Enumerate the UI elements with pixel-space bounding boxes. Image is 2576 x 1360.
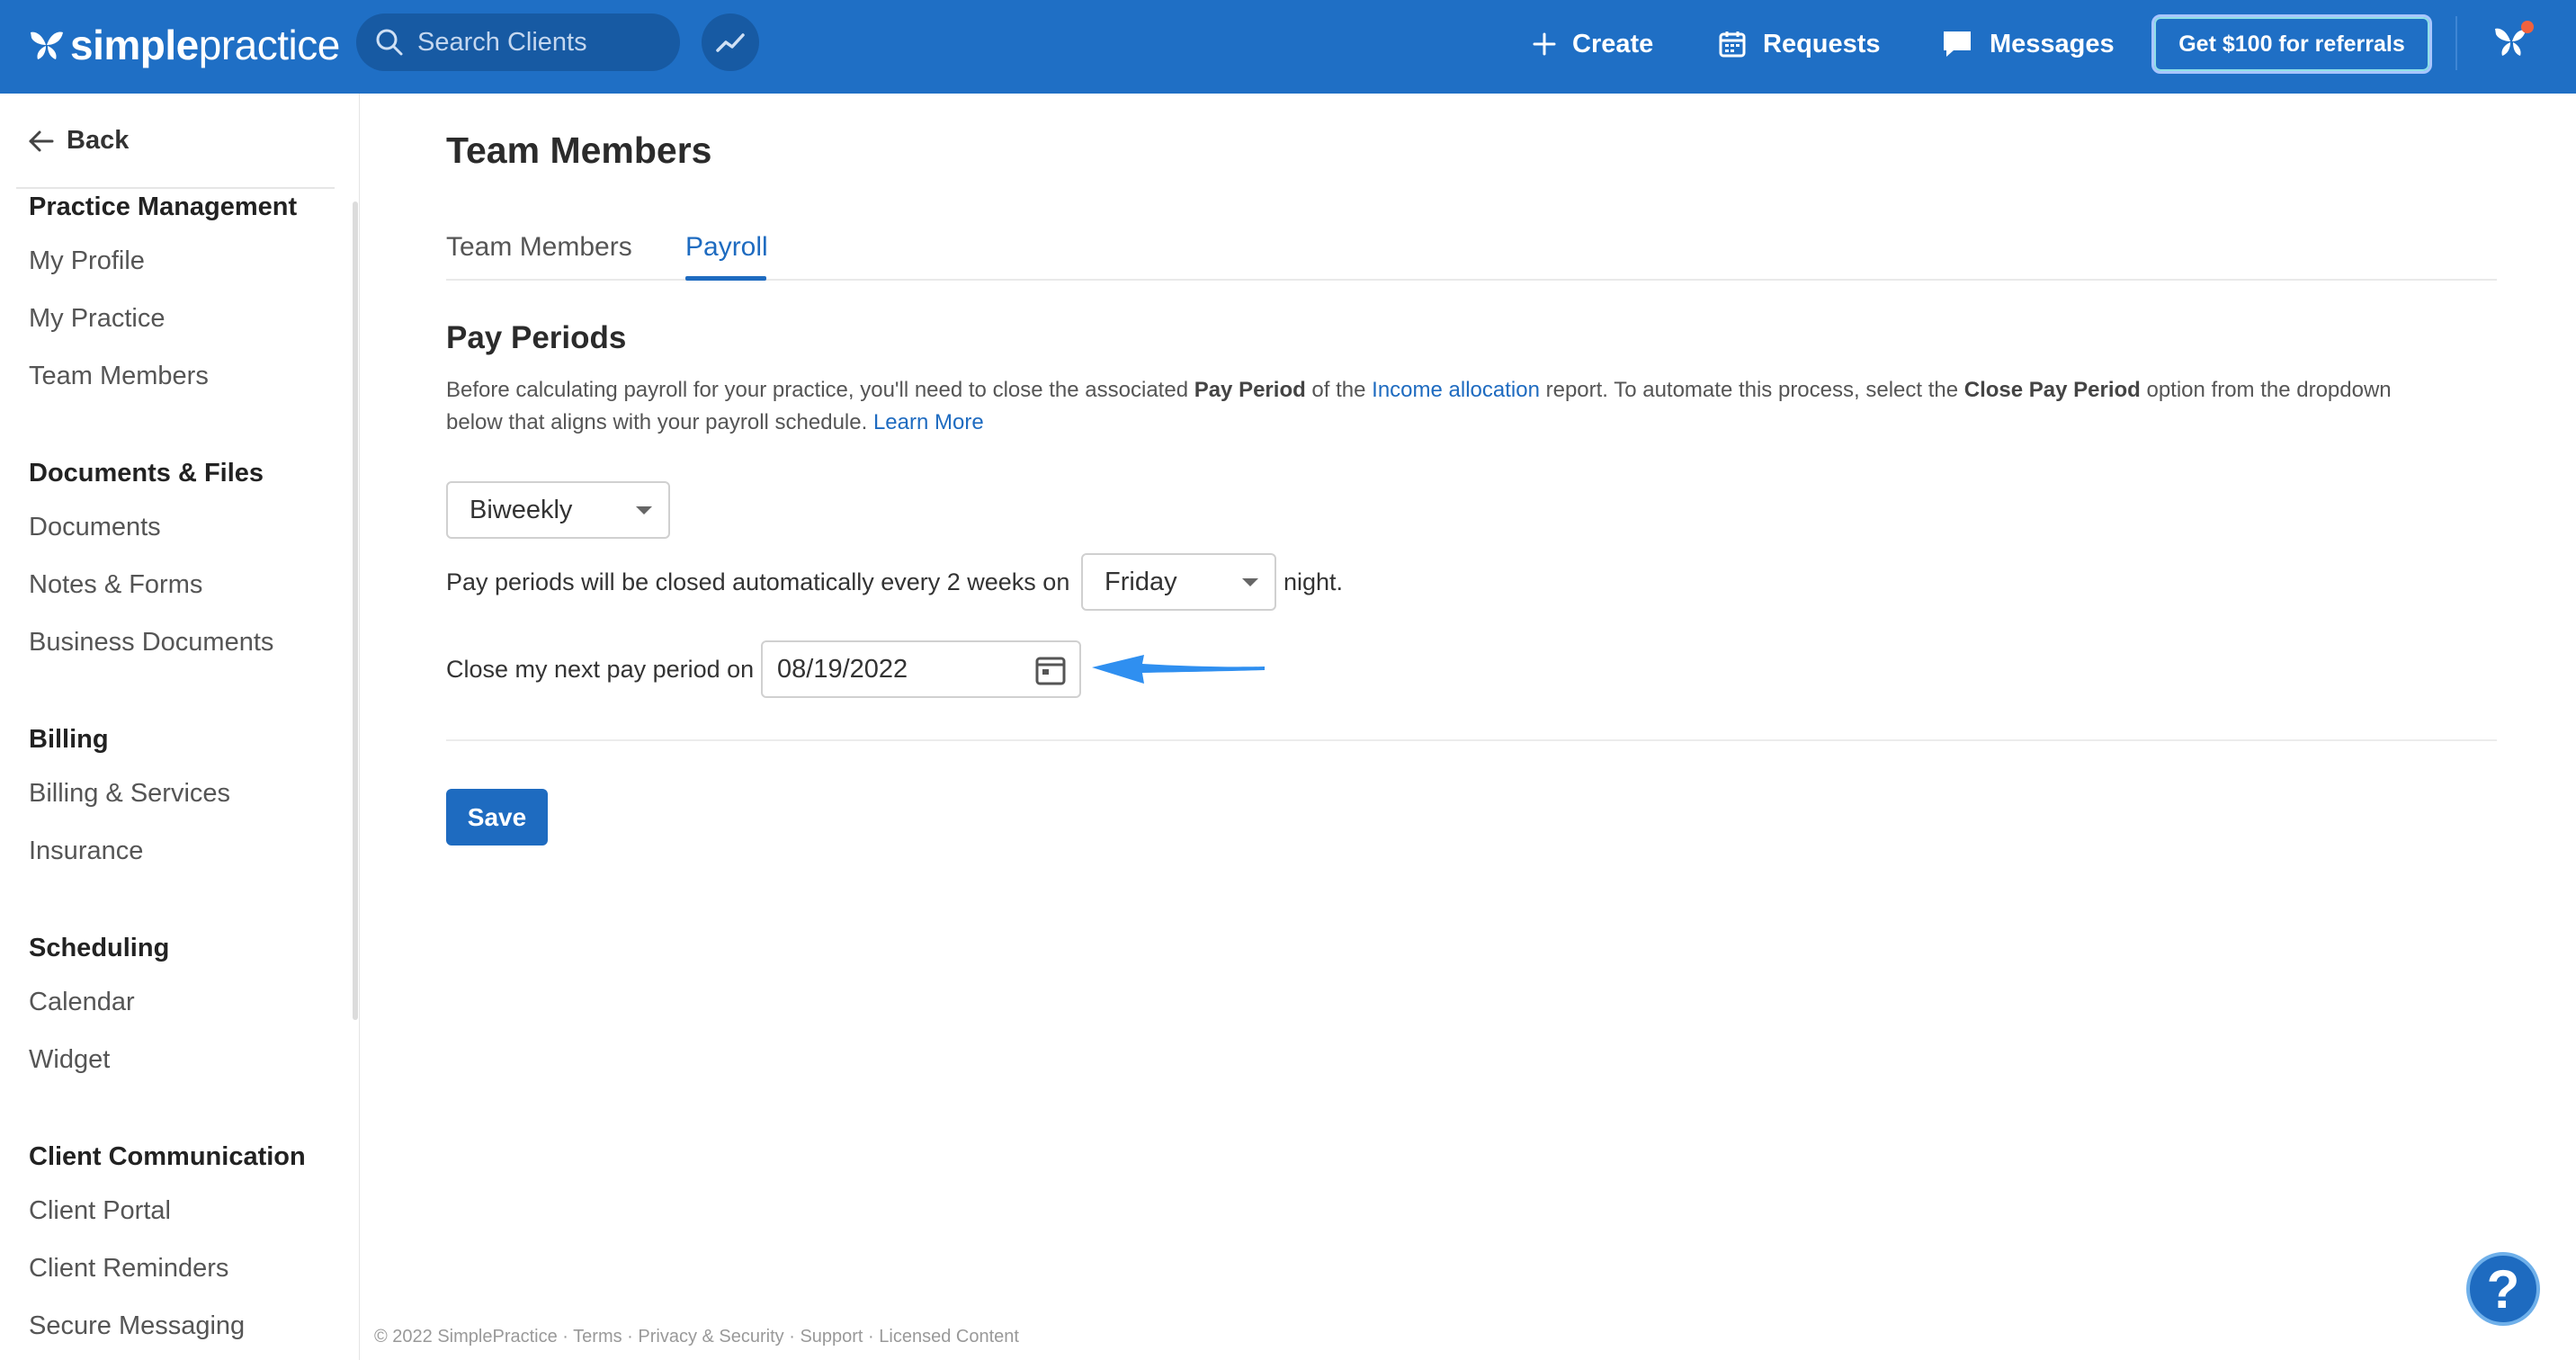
- sidebar-item-notes-forms[interactable]: Notes & Forms: [29, 570, 202, 600]
- create-button[interactable]: Create: [1533, 20, 1653, 68]
- footer-link-licensed-content[interactable]: Licensed Content: [879, 1327, 1019, 1347]
- close-day-value: Friday: [1105, 567, 1177, 596]
- help-button[interactable]: ?: [2466, 1252, 2540, 1326]
- learn-more-link[interactable]: Learn More: [873, 410, 984, 434]
- pay-frequency-select[interactable]: Biweekly: [446, 481, 670, 539]
- page-footer: © 2022 SimplePractice · Terms · Privacy …: [374, 1327, 1019, 1347]
- active-tab-indicator: [685, 276, 766, 281]
- auto-close-suffix: night.: [1284, 568, 1344, 595]
- sidebar-section-practice-management: Practice Management: [29, 192, 298, 221]
- sidebar-item-client-portal[interactable]: Client Portal: [29, 1196, 171, 1226]
- chevron-down-icon: [636, 506, 652, 514]
- sidebar-item-secure-messaging[interactable]: Secure Messaging: [29, 1311, 245, 1341]
- next-close-label: Close my next pay period on: [446, 656, 755, 683]
- requests-label: Requests: [1763, 29, 1881, 58]
- sidebar-item-insurance[interactable]: Insurance: [29, 837, 143, 866]
- sidebar-item-billing-services[interactable]: Billing & Services: [29, 779, 230, 809]
- sidebar-section-billing: Billing: [29, 725, 109, 754]
- insights-button[interactable]: [702, 13, 759, 71]
- pay-frequency-value: Biweekly: [470, 495, 573, 524]
- calendar-icon[interactable]: [1034, 655, 1067, 687]
- page-title: Team Members: [446, 130, 712, 171]
- annotation-arrow-icon: [1092, 655, 1265, 684]
- footer-copyright: © 2022 SimplePractice: [374, 1327, 558, 1347]
- next-close-date-input[interactable]: [777, 654, 1011, 684]
- search-icon: [376, 29, 403, 56]
- messages-label: Messages: [1990, 29, 2115, 58]
- search-input[interactable]: [417, 27, 669, 58]
- referral-button[interactable]: Get $100 for referrals: [2151, 14, 2432, 74]
- sidebar-item-calendar[interactable]: Calendar: [29, 988, 135, 1017]
- trend-chart-icon: [716, 33, 745, 52]
- sidebar-item-widget[interactable]: Widget: [29, 1045, 110, 1075]
- close-pay-period-bold: Close Pay Period: [1963, 378, 2141, 402]
- footer-link-privacy[interactable]: Privacy & Security: [638, 1327, 783, 1347]
- sidebar-section-documents-files: Documents & Files: [29, 459, 264, 488]
- save-button[interactable]: Save: [446, 789, 548, 846]
- sidebar-scrollbar[interactable]: [353, 201, 358, 1020]
- footer-link-support[interactable]: Support: [800, 1327, 863, 1347]
- form-divider: [446, 739, 2497, 741]
- arrow-left-icon: [29, 130, 54, 151]
- plus-icon: [1533, 32, 1556, 56]
- tab-payroll[interactable]: Payroll: [685, 232, 768, 263]
- logo-text-bold: simple: [70, 22, 199, 68]
- income-allocation-link[interactable]: Income allocation: [1372, 378, 1540, 402]
- create-label: Create: [1572, 29, 1654, 58]
- messages-button[interactable]: Messages: [1941, 20, 2115, 68]
- settings-sidebar: Back Practice Management My Profile My P…: [0, 94, 360, 1360]
- pay-periods-description: Before calculating payroll for your prac…: [446, 378, 2392, 434]
- chevron-down-icon: [1242, 578, 1258, 586]
- close-day-select[interactable]: Friday: [1081, 553, 1276, 611]
- navbar-divider: [2455, 16, 2457, 70]
- search-clients-box[interactable]: [356, 13, 680, 71]
- simplepractice-logo[interactable]: simplepractice: [27, 16, 340, 74]
- top-navbar: simplepractice Create: [0, 0, 2576, 94]
- next-close-date-field[interactable]: [761, 640, 1081, 698]
- sidebar-separator: [16, 187, 335, 189]
- sidebar-section-scheduling: Scheduling: [29, 934, 170, 962]
- butterfly-icon: [31, 31, 63, 59]
- footer-link-terms[interactable]: Terms: [573, 1327, 622, 1347]
- tab-team-members[interactable]: Team Members: [446, 232, 632, 263]
- sidebar-item-team-members[interactable]: Team Members: [29, 362, 209, 391]
- back-label: Back: [67, 126, 130, 155]
- sidebar-item-business-documents[interactable]: Business Documents: [29, 628, 273, 658]
- requests-button[interactable]: Requests: [1718, 20, 1881, 68]
- logo-text-light: practice: [198, 22, 341, 68]
- sidebar-item-documents[interactable]: Documents: [29, 513, 161, 542]
- sidebar-item-my-profile[interactable]: My Profile: [29, 246, 145, 276]
- sidebar-item-client-reminders[interactable]: Client Reminders: [29, 1254, 228, 1284]
- pay-period-bold: Pay Period: [1194, 378, 1306, 402]
- sidebar-section-client-communication: Client Communication: [29, 1142, 306, 1171]
- calendar-icon: [1719, 31, 1746, 58]
- chat-bubble-icon: [1944, 31, 1971, 57]
- back-link[interactable]: Back: [27, 126, 129, 156]
- pay-periods-heading: Pay Periods: [446, 320, 627, 355]
- sidebar-item-my-practice[interactable]: My Practice: [29, 304, 165, 334]
- account-butterfly-icon[interactable]: [2490, 18, 2536, 65]
- auto-close-text: Pay periods will be closed automatically…: [446, 568, 1070, 595]
